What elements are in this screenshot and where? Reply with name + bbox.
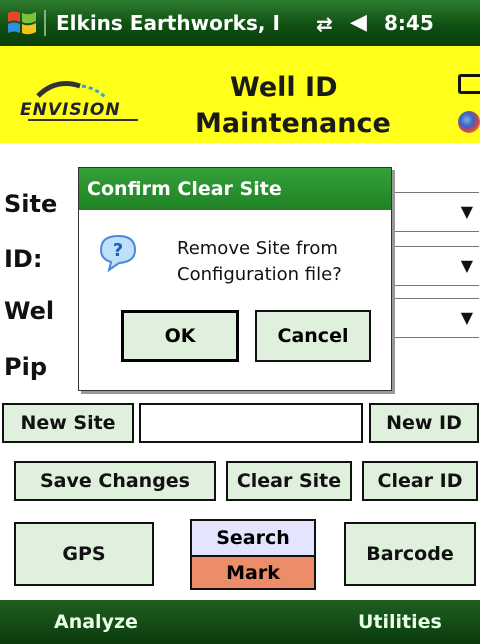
new-site-button[interactable]: New Site <box>2 403 134 443</box>
title-separator <box>44 10 46 36</box>
clear-id-button[interactable]: Clear ID <box>362 461 478 501</box>
chevron-down-icon: ▼ <box>460 256 473 275</box>
clock[interactable]: 8:45 <box>384 11 434 35</box>
barcode-button[interactable]: Barcode <box>344 522 476 586</box>
mark-button[interactable]: Mark <box>190 555 316 590</box>
id-label: ID: <box>4 245 43 273</box>
windows-start-icon[interactable] <box>6 8 38 38</box>
new-id-button[interactable]: New ID <box>369 403 479 443</box>
speaker-icon[interactable]: ◀ <box>350 10 367 35</box>
page-title-line1: Well ID <box>230 72 338 103</box>
logo-text: ENVISION <box>20 100 121 120</box>
dialog-message-line2: Configuration file? <box>177 264 342 285</box>
search-button[interactable]: Search <box>190 519 316 555</box>
chevron-down-icon: ▼ <box>460 308 473 327</box>
chevron-down-icon: ▼ <box>460 202 473 221</box>
page-title-line2: Maintenance <box>195 108 391 139</box>
globe-icon[interactable] <box>458 111 480 133</box>
utilities-softkey[interactable]: Utilities <box>358 611 442 633</box>
analyze-softkey[interactable]: Analyze <box>54 611 138 633</box>
dialog-title: Confirm Clear Site <box>79 168 391 210</box>
site-label: Site <box>4 190 58 218</box>
connectivity-icon[interactable]: ⇄ <box>316 12 333 36</box>
title-bar: Elkins Earthworks, I ⇄ ◀ 8:45 <box>0 0 480 46</box>
battery-icon <box>458 74 480 94</box>
question-icon: ? <box>99 234 137 272</box>
new-site-input[interactable] <box>139 403 363 443</box>
well-label: Wel <box>4 297 55 325</box>
clear-site-button[interactable]: Clear Site <box>226 461 352 501</box>
save-changes-button[interactable]: Save Changes <box>14 461 216 501</box>
confirm-clear-site-dialog: Confirm Clear Site ? Remove Site from Co… <box>78 167 392 391</box>
gps-button[interactable]: GPS <box>14 522 154 586</box>
window-title: Elkins Earthworks, I <box>56 11 280 35</box>
svg-text:?: ? <box>113 240 123 261</box>
dialog-message-line1: Remove Site from <box>177 238 338 259</box>
pipe-label: Pip <box>4 353 47 381</box>
app-header: ENVISION Well ID Maintenance <box>0 46 480 143</box>
cancel-button[interactable]: Cancel <box>255 310 371 362</box>
ok-button[interactable]: OK <box>121 310 239 362</box>
softkey-bar: Analyze Utilities <box>0 600 480 644</box>
